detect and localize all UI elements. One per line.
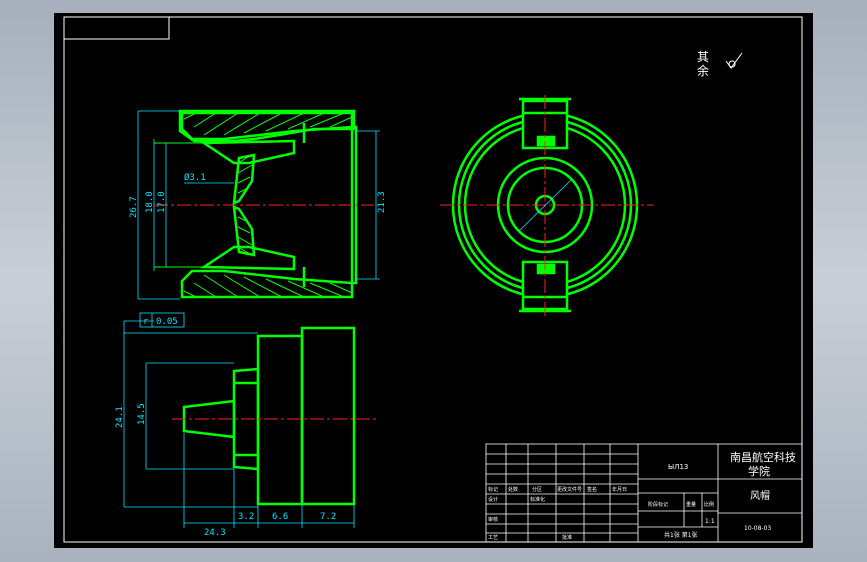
tb-label-4: 签名 [587, 486, 597, 493]
corner-label-box [63, 16, 170, 40]
bottom-profile-view [182, 326, 356, 506]
tb-label-11: 阶段标记 [648, 501, 668, 508]
tb-label-0: 标记 [488, 486, 498, 493]
tolerance-value: 0.05 [156, 317, 178, 327]
tb-label-10: 批准 [562, 534, 572, 541]
tb-label-2: 分区 [532, 486, 542, 493]
front-section-view [154, 109, 358, 299]
dim-front-hole: Ø3.1 [184, 172, 206, 183]
tb-label-7: 标准化 [530, 496, 545, 503]
tb-label-1: 处数 [508, 486, 518, 493]
title-school: 南昌航空科技 [730, 450, 796, 464]
dim-section-len: 24.3 [204, 528, 226, 538]
note-char-1: 其 [697, 50, 709, 64]
title-scale: 1:1 [705, 518, 715, 525]
dim-section-total: 24.1 [115, 406, 125, 428]
tb-label-9: 工艺 [488, 535, 498, 541]
drawing-sheet: 其 余 26.7 18.0 17.0 Ø3.1 21.3 r 0.05 24.1… [54, 13, 813, 548]
roughness-symbol [725, 52, 743, 69]
tb-label-13: 比例 [704, 501, 714, 508]
tolerance-symbol: r [143, 317, 149, 327]
dim-seg3: 7.2 [320, 512, 336, 522]
title-drawing-no: 10-08-03 [744, 525, 771, 532]
dim-front-inner: 17.0 [157, 191, 167, 213]
cad-drawing: 其 余 26.7 18.0 17.0 Ø3.1 21.3 r 0.05 24.1… [63, 16, 803, 543]
tb-label-12: 重量 [686, 501, 696, 508]
dim-seg2: 6.6 [272, 512, 288, 522]
tb-label-3: 更改文件号 [557, 486, 582, 493]
dim-front-outer: 26.7 [129, 196, 139, 218]
outer-frame [63, 16, 803, 543]
bottom-dimensions [123, 320, 355, 528]
tb-label-8: 审核 [488, 516, 498, 523]
title-code: ЫЛ13 [668, 463, 688, 471]
tb-label-6: 设计 [488, 496, 498, 503]
dim-front-right: 21.3 [377, 191, 387, 213]
dim-seg1: 3.2 [238, 512, 254, 522]
tb-label-5: 年月日 [612, 486, 627, 493]
note-char-2: 余 [697, 63, 709, 78]
title-school-2: 学院 [748, 464, 770, 478]
title-part-name: 风帽 [750, 489, 770, 502]
dim-front-mid: 18.0 [145, 191, 155, 213]
title-sheet-info: 共1张 第1张 [664, 531, 698, 539]
dim-section-mid: 14.5 [137, 403, 147, 425]
